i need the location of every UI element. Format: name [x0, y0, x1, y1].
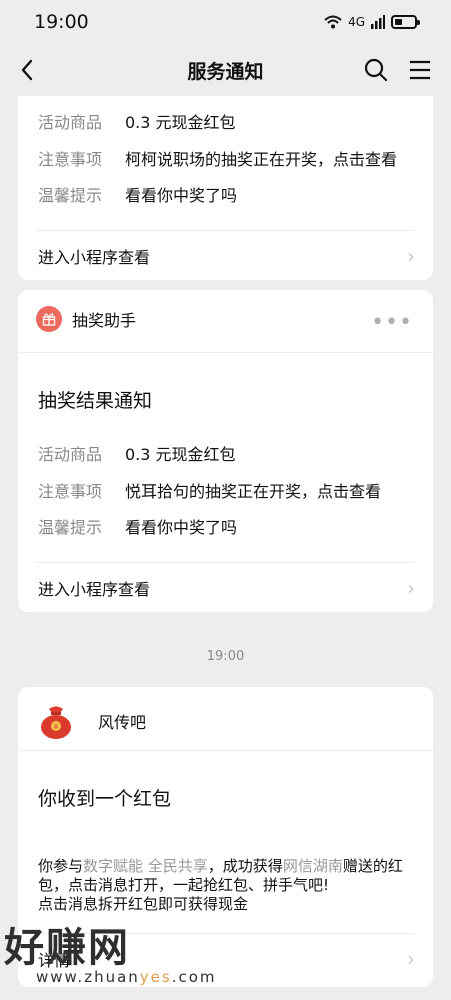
gift-icon: [36, 306, 62, 332]
watermark-logo: 好赚网: [4, 925, 130, 971]
page-title: 服务通知: [187, 60, 264, 83]
divider: [36, 230, 415, 231]
network-label: 4G: [348, 15, 365, 29]
divider: [36, 562, 415, 563]
battery-icon: [391, 15, 420, 29]
notification-title: 你收到一个红包: [38, 788, 172, 810]
search-icon[interactable]: [362, 56, 390, 84]
notification-card-lottery[interactable]: 抽奖助手 ••• 抽奖结果通知 活动商品 0.3 元现金红包 注意事项 悦耳拾句…: [18, 290, 433, 612]
divider: [18, 750, 433, 751]
chevron-right-icon: ›: [407, 947, 415, 971]
open-miniprogram-link[interactable]: 进入小程序查看 ›: [38, 573, 415, 603]
row-product: 活动商品 0.3 元现金红包: [38, 113, 236, 132]
sponsor-link[interactable]: 网信湖南: [283, 857, 343, 875]
sender-name: 风传吧: [98, 713, 147, 732]
status-icons: 4G: [324, 15, 420, 29]
activity-link[interactable]: 数字赋能 全民共享: [83, 857, 208, 875]
row-product: 活动商品 0.3 元现金红包: [38, 445, 236, 464]
row-tip: 温馨提示 看看你中奖了吗: [38, 186, 238, 205]
notification-title: 抽奖结果通知: [38, 390, 153, 412]
message-body: 你参与数字赋能 全民共享，成功获得网信湖南赠送的红包，点击消息打开，一起抢红包、…: [38, 857, 403, 913]
chevron-right-icon: ›: [407, 576, 415, 600]
divider: [18, 352, 433, 353]
menu-icon[interactable]: [406, 56, 434, 84]
time-separator: 19:00: [206, 649, 245, 664]
svg-text:¥: ¥: [54, 723, 59, 731]
signal-icon: [371, 15, 385, 29]
row-notice: 注意事项 悦耳拾句的抽奖正在开奖，点击查看: [38, 482, 382, 501]
row-notice: 注意事项 柯柯说职场的抽奖正在开奖，点击查看: [38, 150, 398, 169]
back-icon[interactable]: [14, 56, 42, 84]
row-tip: 温馨提示 看看你中奖了吗: [38, 518, 238, 537]
wifi-icon: [324, 15, 342, 29]
open-miniprogram-link[interactable]: 进入小程序查看 ›: [38, 241, 415, 271]
status-bar: 19:00 4G: [0, 0, 451, 44]
sender: 抽奖助手: [36, 306, 136, 332]
watermark-url: www.zhuanyes.com: [36, 968, 217, 986]
notification-card-top[interactable]: 活动商品 0.3 元现金红包 注意事项 柯柯说职场的抽奖正在开奖，点击查看 温馨…: [18, 96, 433, 280]
red-packet-bag-icon: ¥: [41, 706, 71, 739]
sender: ¥ 风传吧: [36, 701, 146, 741]
status-time: 19:00: [34, 11, 89, 33]
chevron-right-icon: ›: [407, 244, 415, 268]
more-icon[interactable]: •••: [371, 310, 413, 335]
nav-bar: 服务通知: [0, 44, 451, 96]
sender-name: 抽奖助手: [72, 311, 137, 330]
